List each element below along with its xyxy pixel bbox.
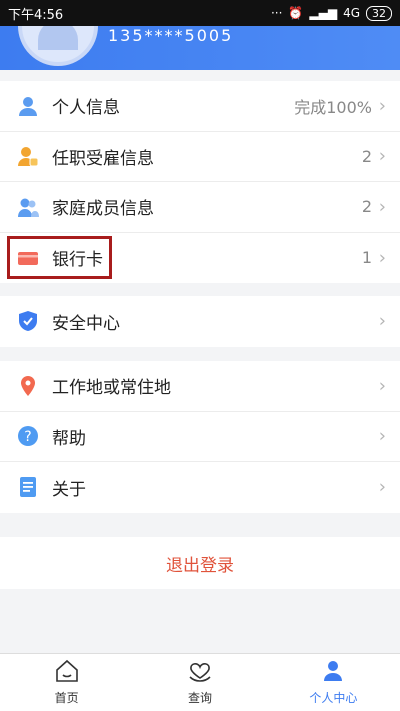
- menu-value: 2: [361, 197, 372, 217]
- location-pin-icon: [16, 374, 40, 398]
- menu-value: 完成100%: [294, 97, 372, 117]
- svg-text:?: ?: [24, 429, 31, 445]
- help-icon: ?: [16, 424, 40, 448]
- menu-item-security-center[interactable]: 安全中心 ›: [0, 296, 400, 347]
- menu-label: 安全中心: [52, 313, 120, 334]
- menu-group-profile: 个人信息 完成100% › 任职受雇信息 2 › 家庭成员信息 2 › 银行卡 …: [0, 81, 400, 283]
- signal-icon: ▂▄▆: [309, 6, 338, 20]
- menu-group-security: 安全中心 ›: [0, 296, 400, 347]
- menu-item-work-location[interactable]: 工作地或常住地 ›: [0, 361, 400, 412]
- tab-query[interactable]: 查询: [133, 654, 266, 711]
- bottom-tab-bar: 首页 查询 个人中心: [0, 653, 400, 711]
- bank-card-icon: [16, 246, 40, 270]
- menu-label: 个人信息: [52, 98, 120, 119]
- family-icon: [16, 195, 40, 219]
- menu-item-help[interactable]: ? 帮助 ›: [0, 412, 400, 462]
- heart-hands-icon: [187, 659, 213, 686]
- chevron-right-icon: ›: [378, 425, 386, 447]
- menu-value: 1: [361, 248, 372, 268]
- profile-header: 135****5005: [0, 26, 400, 70]
- shield-icon: [16, 309, 40, 333]
- menu-item-family-info[interactable]: 家庭成员信息 2 ›: [0, 182, 400, 233]
- menu-label: 任职受雇信息: [52, 148, 154, 169]
- menu-label: 工作地或常住地: [52, 378, 171, 399]
- person-icon: [16, 94, 40, 118]
- chevron-right-icon: ›: [378, 95, 386, 117]
- menu-item-employment-info[interactable]: 任职受雇信息 2 ›: [0, 132, 400, 182]
- chevron-right-icon: ›: [378, 196, 386, 218]
- profile-icon: [320, 659, 346, 686]
- chevron-right-icon: ›: [378, 310, 386, 332]
- tab-label: 首页: [54, 691, 79, 705]
- tab-profile[interactable]: 个人中心: [267, 654, 400, 711]
- menu-label: 帮助: [52, 428, 86, 449]
- menu-item-bank-card[interactable]: 银行卡 1 ›: [0, 233, 400, 284]
- avatar[interactable]: [18, 26, 98, 66]
- status-time: 下午4:56: [8, 7, 64, 23]
- logout-button[interactable]: 退出登录: [0, 537, 400, 589]
- document-icon: [16, 475, 40, 499]
- tab-home[interactable]: 首页: [0, 654, 133, 711]
- phone-number: 135****5005: [108, 26, 234, 45]
- battery-icon: 32: [366, 5, 392, 21]
- menu-label: 关于: [52, 479, 86, 500]
- menu-label: 家庭成员信息: [52, 199, 154, 220]
- employment-icon: [16, 144, 40, 168]
- home-icon: [54, 659, 80, 686]
- menu-group-misc: 工作地或常住地 › ? 帮助 › 关于 ›: [0, 361, 400, 513]
- status-indicators: ··· ⏰ ▂▄▆ 4G 32: [270, 5, 392, 21]
- chevron-right-icon: ›: [378, 375, 386, 397]
- tab-label: 查询: [187, 691, 212, 705]
- menu-item-personal-info[interactable]: 个人信息 完成100% ›: [0, 81, 400, 132]
- tab-label: 个人中心: [309, 691, 358, 705]
- chevron-right-icon: ›: [378, 247, 386, 269]
- chevron-right-icon: ›: [378, 145, 386, 167]
- menu-item-about[interactable]: 关于 ›: [0, 462, 400, 513]
- menu-label: 银行卡: [52, 250, 103, 271]
- status-bar: 下午4:56 ··· ⏰ ▂▄▆ 4G 32: [0, 0, 400, 26]
- alarm-icon: ⏰: [288, 6, 304, 20]
- chevron-right-icon: ›: [378, 476, 386, 498]
- network-type: 4G: [343, 6, 360, 20]
- more-dots-icon: ···: [270, 6, 283, 20]
- menu-value: 2: [361, 146, 372, 166]
